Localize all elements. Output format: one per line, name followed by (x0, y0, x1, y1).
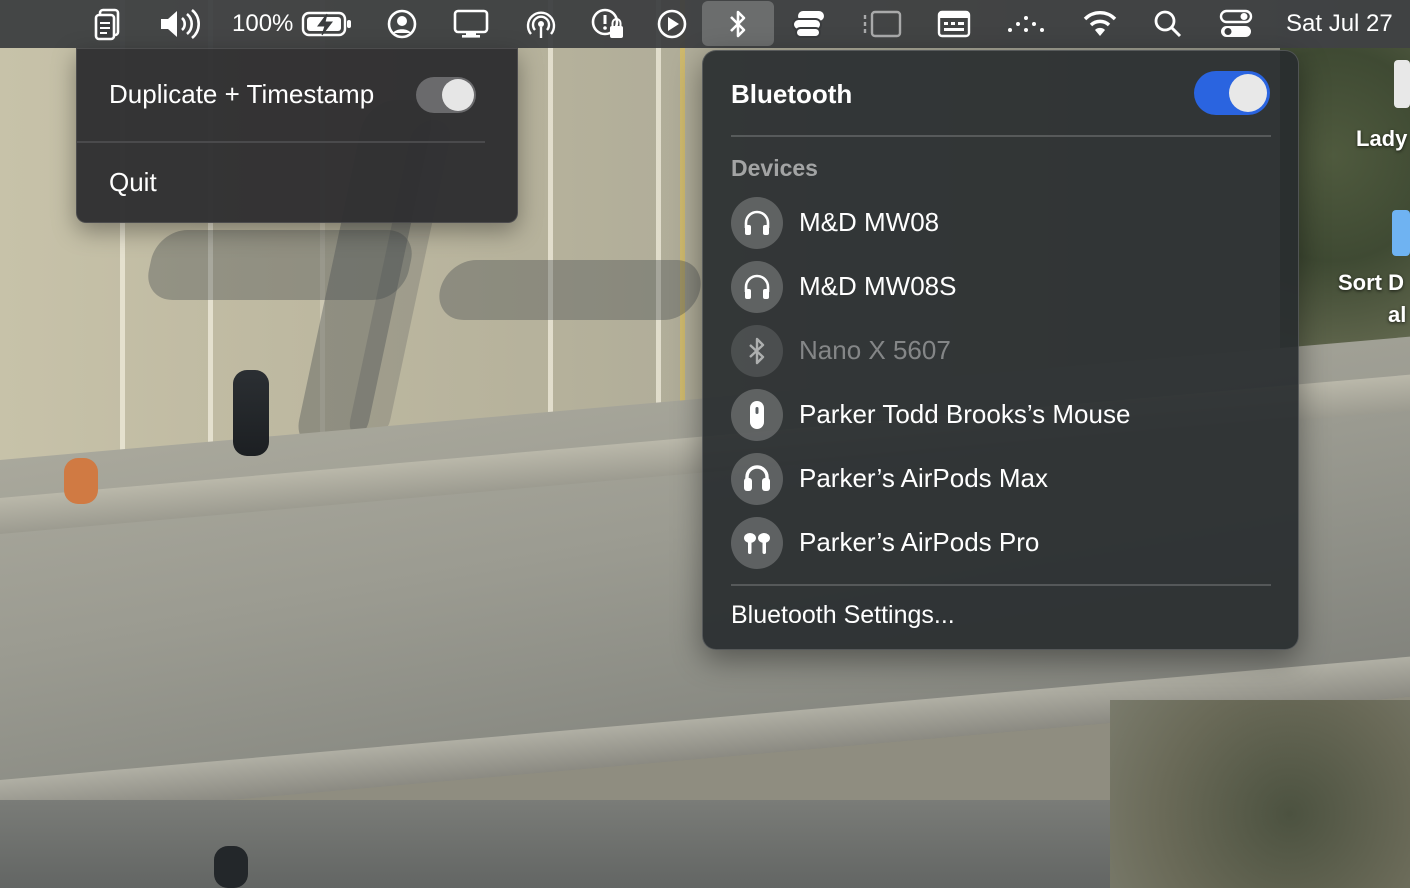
bluetooth-icon (731, 325, 783, 377)
control-center-icon[interactable] (1216, 0, 1256, 48)
device-row-airpods-pro[interactable]: Parker’s AirPods Pro (731, 513, 1271, 573)
desktop-label-2[interactable]: Sort D (1338, 270, 1404, 296)
battery-status[interactable]: 100% (232, 0, 356, 48)
lock-status-icon[interactable] (588, 0, 628, 48)
bluetooth-menu-icon[interactable] (702, 1, 774, 46)
desktop-label-1[interactable]: Lady (1356, 126, 1407, 152)
sidebar-icon[interactable] (860, 0, 904, 48)
wifi-icon[interactable] (1080, 0, 1120, 48)
user-icon[interactable] (384, 0, 420, 48)
panel-separator (731, 584, 1271, 586)
clipboard-icon[interactable] (88, 0, 128, 48)
bluetooth-settings-button[interactable]: Bluetooth Settings... (731, 601, 955, 630)
device-name: M&D MW08S (799, 271, 957, 301)
desktop-folder-icon[interactable] (1392, 210, 1410, 256)
duplicate-timestamp-toggle[interactable] (416, 77, 476, 113)
device-name: Parker’s AirPods Max (799, 463, 1049, 493)
airpods-max-icon (731, 453, 783, 505)
keyboard-icon[interactable] (934, 0, 974, 48)
bluetooth-panel: Bluetooth Devices M&D MW08 M&D MW08S Nan… (702, 50, 1299, 650)
menu-item-quit[interactable]: Quit (109, 167, 157, 198)
device-row-md-mw08[interactable]: M&D MW08 (731, 193, 1271, 253)
toggle-knob (442, 79, 474, 111)
search-icon[interactable] (1150, 0, 1186, 48)
device-name: M&D MW08 (799, 207, 940, 237)
display-icon[interactable] (450, 0, 492, 48)
battery-percent: 100% (232, 10, 294, 37)
toggle-knob (1229, 74, 1267, 112)
menu-bar: 100% Sat Jul 27 (0, 0, 1410, 48)
battery-charging-icon (301, 11, 353, 37)
menubar-clock[interactable]: Sat Jul 27 (1286, 0, 1410, 48)
clipboard-app-menu: Duplicate + Timestamp Quit (76, 48, 518, 223)
headphones-icon (731, 197, 783, 249)
desktop-file-icon[interactable] (1394, 60, 1410, 108)
device-row-nano-x[interactable]: Nano X 5607 (731, 321, 1271, 381)
menu-item-duplicate-timestamp[interactable]: Duplicate + Timestamp (77, 49, 517, 141)
bluetooth-title: Bluetooth (731, 79, 853, 109)
headphones-icon (731, 261, 783, 313)
airdrop-icon[interactable] (522, 0, 560, 48)
airpods-pro-icon (731, 517, 783, 569)
menu-item-label: Duplicate + Timestamp (109, 79, 375, 109)
device-row-md-mw08s[interactable]: M&D MW08S (731, 257, 1271, 317)
devices-section-label: Devices (731, 155, 818, 181)
device-name: Parker Todd Brooks’s Mouse (799, 399, 1131, 429)
play-icon[interactable] (654, 0, 690, 48)
panel-separator (731, 135, 1271, 137)
desktop-label-2b: al (1388, 302, 1407, 327)
volume-icon[interactable] (156, 0, 204, 48)
device-row-mouse[interactable]: Parker Todd Brooks’s Mouse (731, 385, 1271, 445)
app-switch-icon[interactable] (788, 0, 830, 48)
device-row-airpods-max[interactable]: Parker’s AirPods Max (731, 449, 1271, 509)
date-text: Sat Jul 27 (1286, 10, 1393, 37)
dots-icon[interactable] (1004, 0, 1048, 48)
device-name: Nano X 5607 (799, 335, 951, 365)
menu-separator (77, 141, 485, 143)
bluetooth-toggle[interactable] (1194, 71, 1270, 115)
device-name: Parker’s AirPods Pro (799, 527, 1040, 557)
mouse-icon (731, 389, 783, 441)
